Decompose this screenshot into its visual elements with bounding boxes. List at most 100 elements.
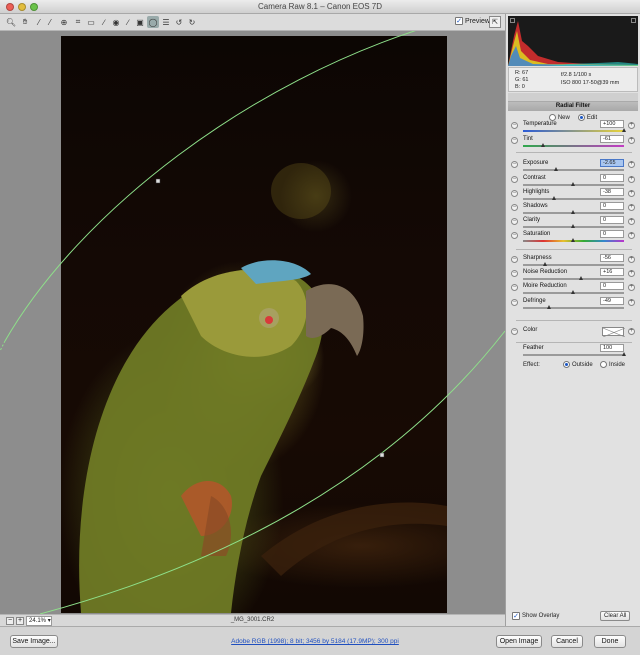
highlights-minus-icon[interactable]: − — [511, 190, 518, 197]
color-minus-icon[interactable]: − — [511, 328, 518, 335]
moire-reduction-value[interactable]: 0 — [600, 282, 624, 290]
shadow-clipping-icon[interactable] — [510, 18, 515, 23]
adjustment-brush-icon[interactable]: ∕ — [122, 16, 134, 28]
temperature-slider-thumb[interactable] — [621, 128, 626, 132]
done-button[interactable]: Done — [594, 635, 626, 648]
tint-slider-thumb[interactable] — [540, 143, 545, 147]
exposure-plus-icon[interactable]: + — [628, 161, 635, 168]
effect-outside-option[interactable]: Outside — [563, 361, 593, 368]
moire-reduction-slider-thumb[interactable] — [571, 290, 575, 294]
graduated-filter-icon[interactable]: ▣ — [134, 16, 146, 28]
sharpness-plus-icon[interactable]: + — [628, 256, 635, 263]
feather-slider-thumb[interactable] — [622, 352, 626, 356]
sharpness-slider-thumb[interactable] — [542, 262, 547, 266]
contrast-minus-icon[interactable]: − — [511, 176, 518, 183]
exposure-slider-thumb[interactable] — [553, 167, 558, 171]
clarity-value[interactable]: 0 — [600, 216, 624, 224]
highlights-slider-thumb[interactable] — [551, 196, 556, 200]
moire-reduction-minus-icon[interactable]: − — [511, 284, 518, 291]
crop-icon[interactable]: ⌗ — [72, 16, 84, 28]
noise-reduction-minus-icon[interactable]: − — [511, 270, 518, 277]
show-overlay-toggle[interactable]: ✓ Show Overlay — [512, 612, 559, 620]
defringe-value[interactable]: -49 — [600, 297, 624, 305]
divider — [516, 320, 632, 321]
image-canvas[interactable] — [0, 31, 505, 614]
feather-value[interactable]: 100 — [600, 344, 624, 352]
workflow-options-link[interactable]: Adobe RGB (1998); 8 bit; 3456 by 5184 (1… — [200, 638, 430, 645]
temperature-value[interactable]: +100 — [600, 120, 624, 128]
tint-slider[interactable] — [523, 145, 624, 147]
open-image-button[interactable]: Open Image — [496, 635, 542, 648]
temperature-minus-icon[interactable]: − — [511, 122, 518, 129]
effect-inside-label: Inside — [609, 362, 626, 369]
sharpness-slider[interactable] — [523, 264, 624, 266]
show-overlay-checkbox[interactable]: ✓ — [512, 612, 520, 620]
tint-value[interactable]: -61 — [600, 135, 624, 143]
highlight-clipping-icon[interactable] — [631, 18, 636, 23]
saturation-plus-icon[interactable]: + — [628, 232, 635, 239]
saturation-slider-thumb[interactable] — [571, 238, 575, 242]
radial-filter-icon[interactable]: ◯ — [147, 16, 159, 28]
contrast-slider-thumb[interactable] — [571, 182, 575, 186]
clarity-plus-icon[interactable]: + — [628, 218, 635, 225]
noise-reduction-slider[interactable] — [523, 278, 624, 280]
moire-reduction-plus-icon[interactable]: + — [628, 284, 635, 291]
color-sampler-icon[interactable]: ⁄ — [44, 16, 56, 28]
highlights-slider[interactable] — [523, 198, 624, 200]
clarity-slider-thumb[interactable] — [571, 224, 575, 228]
rotate-cw-icon[interactable]: ↻ — [186, 16, 198, 28]
sharpness-value[interactable]: -56 — [600, 254, 624, 262]
spot-removal-icon[interactable]: ∕ — [98, 16, 110, 28]
highlights-value[interactable]: -38 — [600, 188, 624, 196]
panel-tabs[interactable] — [508, 93, 638, 102]
defringe-slider-thumb[interactable] — [546, 305, 551, 309]
overlay-handle-bottom[interactable] — [379, 452, 385, 458]
save-image-button[interactable]: Save Image... — [10, 635, 58, 648]
contrast-plus-icon[interactable]: + — [628, 176, 635, 183]
saturation-minus-icon[interactable]: − — [511, 232, 518, 239]
hand-icon[interactable]: ✋︎ — [19, 16, 31, 28]
shadows-minus-icon[interactable]: − — [511, 204, 518, 211]
shadows-value[interactable]: 0 — [600, 202, 624, 210]
effect-outside-radio[interactable] — [563, 361, 570, 368]
highlights-plus-icon[interactable]: + — [628, 190, 635, 197]
tint-minus-icon[interactable]: − — [511, 137, 518, 144]
temperature-slider[interactable] — [523, 130, 624, 132]
defringe-label: Defringe — [523, 298, 546, 304]
effect-inside-radio[interactable] — [600, 361, 607, 368]
shadows-plus-icon[interactable]: + — [628, 204, 635, 211]
defringe-slider[interactable] — [523, 307, 624, 309]
exposure-value[interactable]: -2.65 — [600, 159, 624, 167]
tint-plus-icon[interactable]: + — [628, 137, 635, 144]
zoom-icon[interactable]: 🔍︎ — [5, 16, 17, 28]
color-swatch[interactable] — [602, 327, 626, 338]
overlay-handle-top[interactable] — [155, 178, 161, 184]
color-plus-icon[interactable]: + — [628, 328, 635, 335]
defringe-minus-icon[interactable]: − — [511, 299, 518, 306]
fullscreen-button[interactable]: ⇱ — [489, 16, 501, 28]
sharpness-minus-icon[interactable]: − — [511, 256, 518, 263]
clear-all-button[interactable]: Clear All — [600, 611, 631, 621]
targeted-adjustment-icon[interactable]: ⊕ — [58, 16, 70, 28]
straighten-icon[interactable]: ▭ — [85, 16, 97, 28]
temperature-plus-icon[interactable]: + — [628, 122, 635, 129]
contrast-value[interactable]: 0 — [600, 174, 624, 182]
feather-slider[interactable] — [523, 354, 624, 356]
red-eye-icon[interactable]: ◉ — [110, 16, 122, 28]
defringe-plus-icon[interactable]: + — [628, 299, 635, 306]
exposure-minus-icon[interactable]: − — [511, 161, 518, 168]
saturation-value[interactable]: 0 — [600, 230, 624, 238]
shadows-slider-thumb[interactable] — [571, 210, 575, 214]
cancel-button[interactable]: Cancel — [551, 635, 583, 648]
rotate-ccw-icon[interactable]: ↺ — [173, 16, 185, 28]
noise-reduction-plus-icon[interactable]: + — [628, 270, 635, 277]
noise-reduction-value[interactable]: +16 — [600, 268, 624, 276]
clarity-minus-icon[interactable]: − — [511, 218, 518, 225]
preview-checkbox[interactable]: ✓ — [455, 17, 463, 25]
noise-reduction-slider-thumb[interactable] — [579, 276, 584, 280]
preview-toggle[interactable]: ✓ Preview — [455, 17, 490, 25]
radial-filter-overlay[interactable] — [0, 31, 505, 614]
preferences-icon[interactable]: ☰ — [160, 16, 172, 28]
exposure-slider[interactable] — [523, 169, 624, 171]
effect-inside-option[interactable]: Inside — [600, 361, 625, 368]
